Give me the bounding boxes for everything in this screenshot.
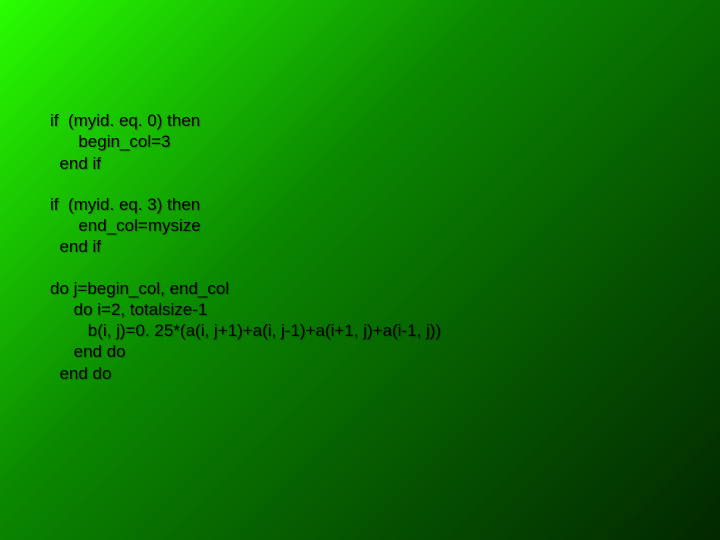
code-line: if (myid. eq. 0) then [50,111,200,130]
code-line: b(i, j)=0. 25*(a(i, j+1)+a(i, j-1)+a(i+1… [50,321,441,340]
code-block-1: if (myid. eq. 0) then begin_col=3 end if [50,110,720,174]
code-line: do j=begin_col, end_col [50,279,229,298]
code-line: if (myid. eq. 3) then [50,195,200,214]
slide-content: if (myid. eq. 0) then begin_col=3 end if… [0,0,720,540]
code-line: end if [50,237,101,256]
code-line: do i=2, totalsize-1 [50,300,207,319]
code-line: end do [50,364,111,383]
code-block-3: do j=begin_col, end_col do i=2, totalsiz… [50,278,720,384]
code-line: end do [50,342,126,361]
code-line: begin_col=3 [50,132,171,151]
code-block-2: if (myid. eq. 3) then end_col=mysize end… [50,194,720,258]
code-line: end if [50,154,101,173]
code-line: end_col=mysize [50,216,201,235]
